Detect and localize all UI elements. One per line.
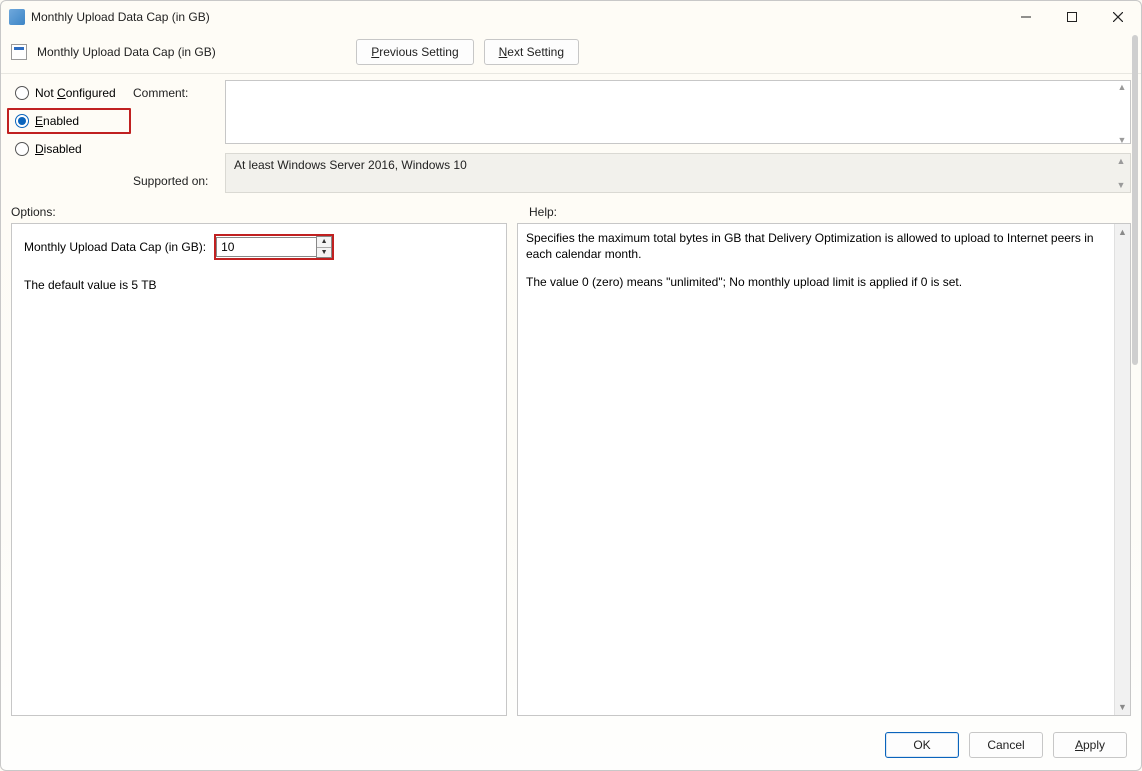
highlight-cap-input: ▲ ▼ [214,234,334,260]
help-pane: Specifies the maximum total bytes in GB … [517,223,1131,716]
radio-label: Disabled [35,142,82,156]
policy-icon [11,44,27,60]
step-down-icon: ▼ [317,248,331,258]
titlebar: Monthly Upload Data Cap (in GB) [1,1,1141,33]
comment-label: Comment: [133,86,223,96]
supported-on-box: At least Windows Server 2016, Windows 10… [225,153,1131,193]
radio-icon [15,114,29,128]
radio-icon [15,142,29,156]
cap-stepper[interactable]: ▲ ▼ [316,236,332,258]
supported-on-label: Supported on: [133,174,223,188]
scroll-up-icon: ▲ [1114,81,1130,93]
scroll-up-icon: ▲ [1113,155,1129,167]
minimize-button[interactable] [1003,2,1049,32]
scroll-down-icon: ▼ [1115,699,1130,715]
scroll-up-icon: ▲ [1115,224,1130,240]
policy-title: Monthly Upload Data Cap (in GB) [37,45,216,59]
scroll-down-icon: ▼ [1113,179,1129,191]
options-pane: Monthly Upload Data Cap (in GB): ▲ ▼ The… [11,223,507,716]
window-title: Monthly Upload Data Cap (in GB) [31,10,210,24]
ok-button[interactable]: OK [885,732,959,758]
window-scrollbar[interactable] [1130,35,1140,385]
highlight-enabled: Enabled [7,108,131,134]
app-icon [9,9,25,25]
maximize-button[interactable] [1049,2,1095,32]
cap-input[interactable] [216,237,316,257]
radio-not-configured[interactable]: Not Configured [11,84,131,102]
radio-enabled[interactable]: Enabled [11,112,103,130]
help-paragraph: The value 0 (zero) means "unlimited"; No… [526,274,1110,290]
comment-scrollbar[interactable]: ▲ ▼ [1114,81,1130,146]
default-note: The default value is 5 TB [24,278,494,292]
cancel-button[interactable]: Cancel [969,732,1043,758]
radio-label: Enabled [35,114,79,128]
close-button[interactable] [1095,2,1141,32]
supported-on-text: At least Windows Server 2016, Windows 10 [234,158,467,172]
help-scrollbar[interactable]: ▲ ▼ [1114,224,1130,715]
apply-button[interactable]: Apply [1053,732,1127,758]
help-header: Help: [511,205,1131,219]
help-paragraph: Specifies the maximum total bytes in GB … [526,230,1110,262]
comment-input[interactable] [225,80,1131,144]
radio-icon [15,86,29,100]
options-header: Options: [11,205,511,219]
next-setting-button[interactable]: Next Setting [484,39,579,65]
scroll-down-icon: ▼ [1114,134,1130,146]
radio-label: Not Configured [35,86,116,100]
radio-disabled[interactable]: Disabled [11,140,131,158]
supported-scrollbar[interactable]: ▲ ▼ [1113,155,1129,191]
step-up-icon: ▲ [317,237,331,248]
cap-label: Monthly Upload Data Cap (in GB): [24,240,206,254]
toolbar: Monthly Upload Data Cap (in GB) Previous… [1,33,1141,73]
previous-setting-button[interactable]: Previous Setting [356,39,473,65]
